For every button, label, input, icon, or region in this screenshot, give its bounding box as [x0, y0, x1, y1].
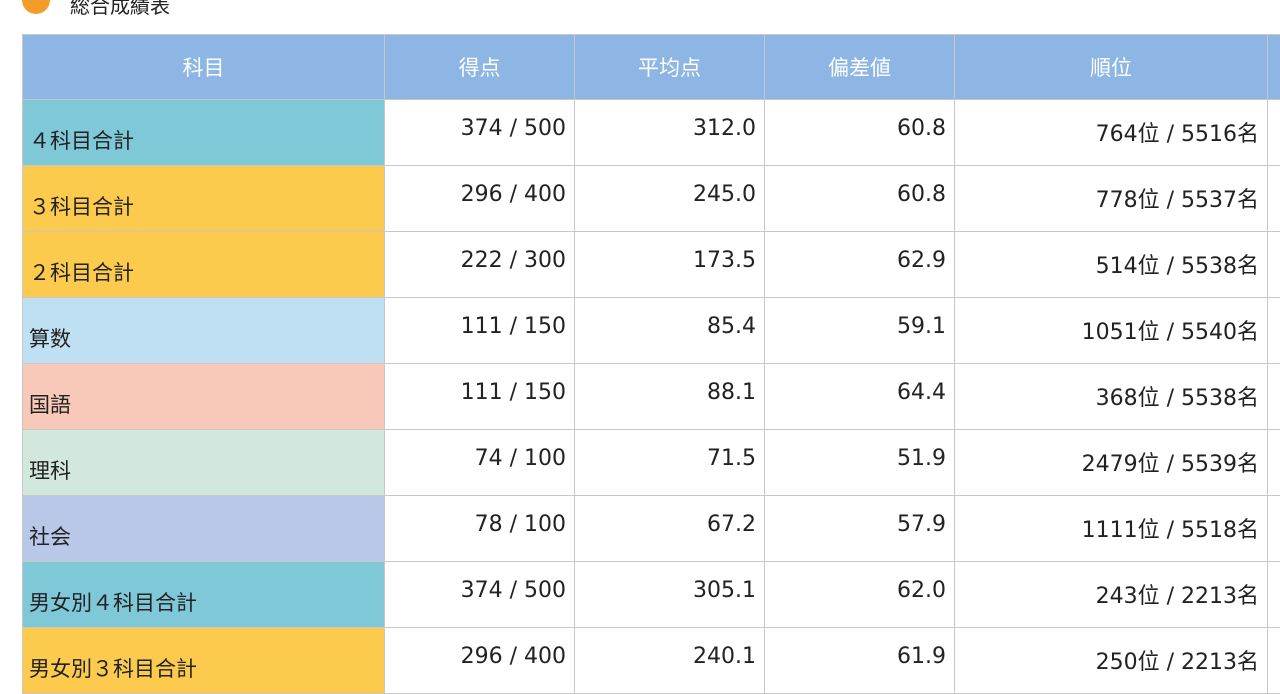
- header-average: 平均点: [575, 35, 765, 100]
- cell-rank: 243位 / 2213名: [955, 562, 1268, 628]
- cell-score: 296 / 400: [385, 628, 575, 694]
- cell-extra: [1268, 232, 1280, 298]
- section-header: 総合成績表: [0, 0, 1280, 24]
- cell-average: 173.5: [575, 232, 765, 298]
- cell-score: 296 / 400: [385, 166, 575, 232]
- cell-deviation: 62.0: [765, 562, 955, 628]
- cell-score: 111 / 150: [385, 364, 575, 430]
- header-score: 得点: [385, 35, 575, 100]
- cell-extra: [1268, 166, 1280, 232]
- cell-score: 222 / 300: [385, 232, 575, 298]
- cell-extra: [1268, 628, 1280, 694]
- header-extra: [1268, 35, 1280, 100]
- cell-deviation: 60.8: [765, 166, 955, 232]
- table-row: 算数111 / 15085.459.11051位 / 5540名: [23, 298, 1280, 364]
- section-title: 総合成績表: [70, 0, 170, 18]
- cell-subject: 理科: [23, 430, 385, 496]
- cell-score: 374 / 500: [385, 562, 575, 628]
- table-row: 国語111 / 15088.164.4368位 / 5538名: [23, 364, 1280, 430]
- cell-extra: [1268, 430, 1280, 496]
- cell-average: 312.0: [575, 100, 765, 166]
- cell-deviation: 60.8: [765, 100, 955, 166]
- cell-deviation: 61.9: [765, 628, 955, 694]
- cell-rank: 1051位 / 5540名: [955, 298, 1268, 364]
- table-row: 男女別４科目合計374 / 500305.162.0243位 / 2213名: [23, 562, 1280, 628]
- table-row: 理科74 / 10071.551.92479位 / 5539名: [23, 430, 1280, 496]
- table-row: 社会78 / 10067.257.91111位 / 5518名: [23, 496, 1280, 562]
- table-row: ２科目合計222 / 300173.562.9514位 / 5538名: [23, 232, 1280, 298]
- cell-rank: 2479位 / 5539名: [955, 430, 1268, 496]
- cell-subject: ２科目合計: [23, 232, 385, 298]
- cell-deviation: 59.1: [765, 298, 955, 364]
- cell-subject: 男女別４科目合計: [23, 562, 385, 628]
- cell-deviation: 57.9: [765, 496, 955, 562]
- grade-table: 科目 得点 平均点 偏差値 順位 ４科目合計374 / 500312.060.8…: [22, 34, 1280, 694]
- table-row: ３科目合計296 / 400245.060.8778位 / 5537名: [23, 166, 1280, 232]
- header-deviation: 偏差値: [765, 35, 955, 100]
- cell-rank: 778位 / 5537名: [955, 166, 1268, 232]
- cell-subject: 国語: [23, 364, 385, 430]
- cell-extra: [1268, 364, 1280, 430]
- cell-score: 78 / 100: [385, 496, 575, 562]
- cell-extra: [1268, 562, 1280, 628]
- table-row: ４科目合計374 / 500312.060.8764位 / 5516名: [23, 100, 1280, 166]
- cell-subject: ４科目合計: [23, 100, 385, 166]
- cell-extra: [1268, 100, 1280, 166]
- cell-deviation: 62.9: [765, 232, 955, 298]
- cell-subject: 男女別３科目合計: [23, 628, 385, 694]
- cell-subject: 社会: [23, 496, 385, 562]
- cell-average: 245.0: [575, 166, 765, 232]
- cell-average: 67.2: [575, 496, 765, 562]
- cell-average: 88.1: [575, 364, 765, 430]
- cell-extra: [1268, 298, 1280, 364]
- cell-rank: 368位 / 5538名: [955, 364, 1268, 430]
- cell-rank: 764位 / 5516名: [955, 100, 1268, 166]
- cell-score: 374 / 500: [385, 100, 575, 166]
- cell-deviation: 51.9: [765, 430, 955, 496]
- header-subject: 科目: [23, 35, 385, 100]
- cell-rank: 514位 / 5538名: [955, 232, 1268, 298]
- cell-average: 305.1: [575, 562, 765, 628]
- cell-score: 74 / 100: [385, 430, 575, 496]
- cell-average: 85.4: [575, 298, 765, 364]
- cell-score: 111 / 150: [385, 298, 575, 364]
- cell-extra: [1268, 496, 1280, 562]
- cell-rank: 1111位 / 5518名: [955, 496, 1268, 562]
- table-row: 男女別３科目合計296 / 400240.161.9250位 / 2213名: [23, 628, 1280, 694]
- orange-circle-icon: [22, 0, 50, 14]
- cell-average: 71.5: [575, 430, 765, 496]
- header-rank: 順位: [955, 35, 1268, 100]
- cell-average: 240.1: [575, 628, 765, 694]
- cell-deviation: 64.4: [765, 364, 955, 430]
- cell-subject: ３科目合計: [23, 166, 385, 232]
- cell-rank: 250位 / 2213名: [955, 628, 1268, 694]
- table-header-row: 科目 得点 平均点 偏差値 順位: [23, 35, 1280, 100]
- cell-subject: 算数: [23, 298, 385, 364]
